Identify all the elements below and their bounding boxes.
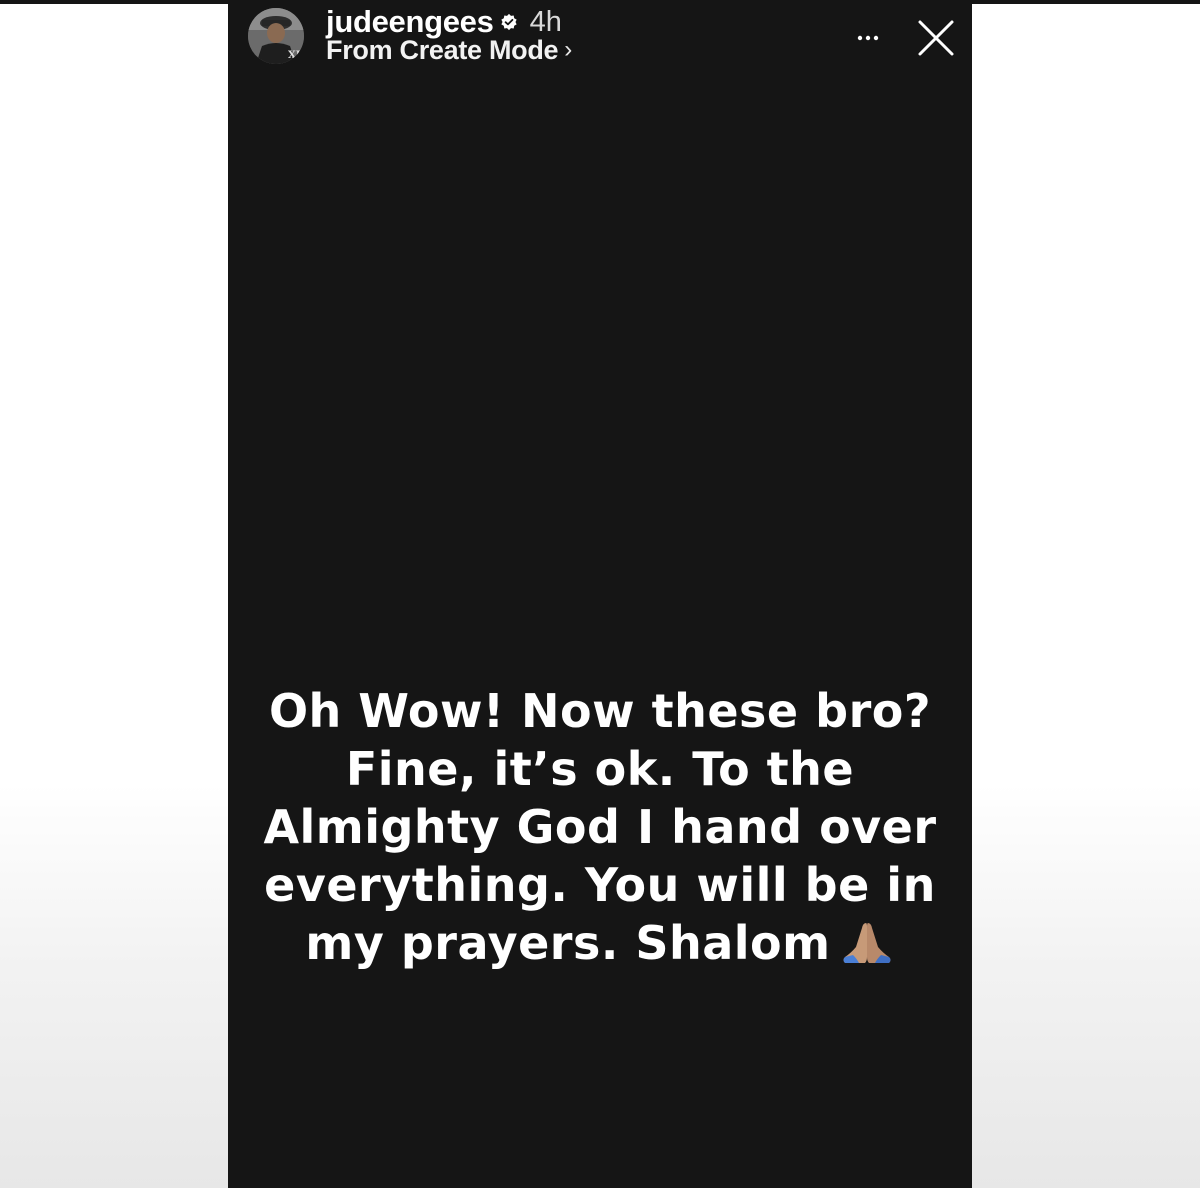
username-row: judeengees 4h <box>326 5 572 39</box>
verified-badge-icon <box>500 13 517 31</box>
folded-hands-emoji <box>843 923 891 963</box>
svg-text:XP: XP <box>288 50 304 61</box>
avatar-image: XP <box>248 8 304 64</box>
create-mode-link[interactable]: From Create Mode › <box>326 35 572 65</box>
story-viewer[interactable]: XP judeengees 4h From Create Mode › Oh W… <box>228 0 972 1188</box>
story-time: 4h <box>529 6 562 38</box>
username[interactable]: judeengees <box>326 5 494 39</box>
close-button[interactable] <box>916 18 956 58</box>
story-header: judeengees 4h From Create Mode › <box>326 5 572 66</box>
chevron-right-icon: › <box>564 36 573 63</box>
close-icon <box>918 20 954 56</box>
more-horizontal-icon <box>857 35 879 41</box>
avatar[interactable]: XP <box>248 8 304 64</box>
story-subtitle[interactable]: From Create Mode <box>326 35 559 65</box>
story-text-block: Oh Wow! Now these bro? Fine, it’s ok. To… <box>248 682 952 972</box>
story-text: Oh Wow! Now these bro? Fine, it’s ok. To… <box>263 684 937 970</box>
more-options-button[interactable] <box>848 18 888 58</box>
